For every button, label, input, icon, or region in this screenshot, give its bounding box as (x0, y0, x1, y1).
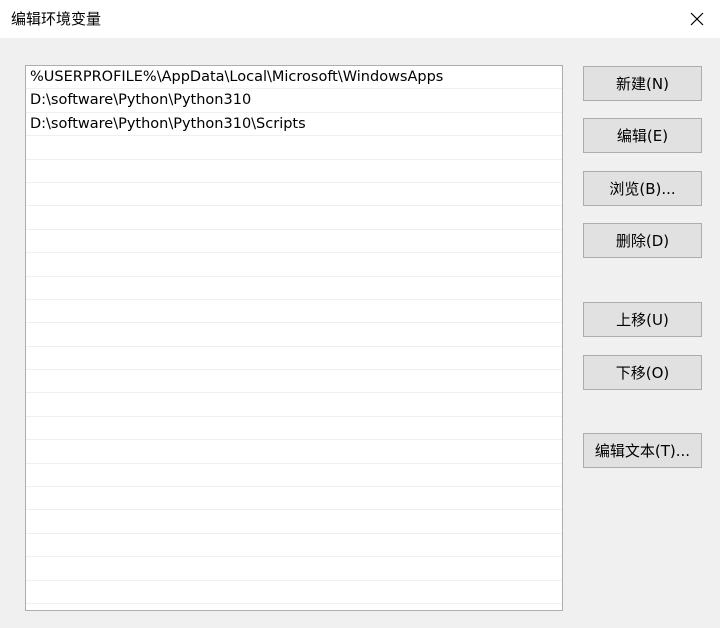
move-up-button[interactable]: 上移(U) (583, 302, 702, 337)
path-list-item[interactable] (26, 510, 562, 534)
path-list-item[interactable] (26, 160, 562, 183)
path-list-item[interactable]: D:\software\Python\Python310 (26, 89, 562, 113)
path-list-item[interactable] (26, 300, 562, 324)
close-icon (690, 12, 704, 26)
edit-environment-variable-dialog: 编辑环境变量 %USERPROFILE%\AppData\Local\Micro… (0, 0, 720, 628)
edit-text-button[interactable]: 编辑文本(T)... (583, 433, 702, 468)
new-button[interactable]: 新建(N) (583, 66, 702, 101)
path-list-item[interactable] (26, 347, 562, 371)
close-button[interactable] (674, 0, 720, 38)
path-list-item[interactable] (26, 253, 562, 277)
path-list-item[interactable]: D:\software\Python\Python310\Scripts (26, 113, 562, 137)
move-down-button[interactable]: 下移(O) (583, 355, 702, 390)
path-list-item[interactable] (26, 417, 562, 441)
browse-button[interactable]: 浏览(B)... (583, 171, 702, 206)
path-list-item[interactable] (26, 183, 562, 207)
path-list-item[interactable] (26, 230, 562, 254)
path-list-item[interactable] (26, 487, 562, 511)
path-list-item[interactable] (26, 534, 562, 558)
path-list-item[interactable] (26, 393, 562, 417)
title-bar: 编辑环境变量 (0, 0, 720, 38)
path-list-item[interactable]: %USERPROFILE%\AppData\Local\Microsoft\Wi… (26, 66, 562, 90)
path-list-item[interactable] (26, 464, 562, 488)
path-list-item[interactable] (26, 323, 562, 347)
window-title: 编辑环境变量 (11, 10, 102, 28)
path-list[interactable]: %USERPROFILE%\AppData\Local\Microsoft\Wi… (25, 65, 563, 611)
path-list-item[interactable] (26, 206, 562, 230)
path-list-item[interactable] (26, 277, 562, 300)
path-list-item[interactable] (26, 136, 562, 160)
path-list-item[interactable] (26, 440, 562, 464)
edit-button[interactable]: 编辑(E) (583, 118, 702, 153)
path-list-item[interactable] (26, 370, 562, 394)
path-list-item[interactable] (26, 557, 562, 581)
delete-button[interactable]: 删除(D) (583, 223, 702, 258)
path-list-item[interactable] (26, 581, 562, 604)
